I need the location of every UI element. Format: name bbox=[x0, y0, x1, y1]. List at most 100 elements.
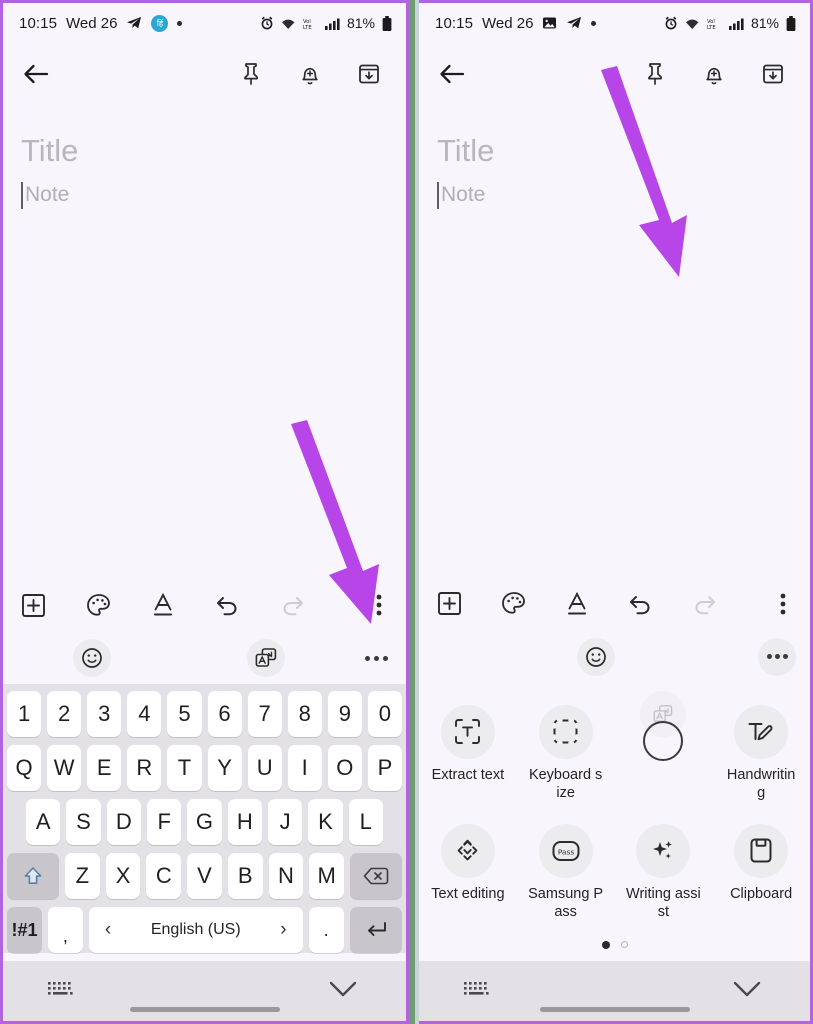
extract-text-icon bbox=[440, 704, 495, 759]
reminder-icon[interactable] bbox=[699, 59, 729, 89]
key[interactable]: 5 bbox=[167, 691, 202, 737]
more-options-ellipsis[interactable] bbox=[758, 637, 796, 676]
key[interactable]: E bbox=[87, 745, 122, 791]
option-text-editing[interactable]: Text editing bbox=[419, 814, 517, 933]
option-clipboard[interactable]: Clipboard bbox=[712, 814, 810, 933]
language-next-icon[interactable]: › bbox=[280, 919, 286, 941]
handwriting-icon bbox=[734, 704, 789, 759]
text-format-icon[interactable] bbox=[565, 591, 589, 617]
keyboard-options-panel: Extract text Keyboard size Handwriting T… bbox=[419, 682, 810, 961]
key[interactable]: F bbox=[147, 799, 182, 845]
overflow-menu-icon[interactable] bbox=[780, 592, 786, 616]
emoji-icon[interactable] bbox=[577, 637, 615, 676]
period-key[interactable]: . bbox=[308, 907, 344, 953]
pin-icon[interactable] bbox=[640, 59, 670, 89]
archive-icon[interactable] bbox=[354, 59, 384, 89]
undo-icon[interactable] bbox=[215, 594, 240, 616]
key[interactable]: X bbox=[105, 853, 141, 899]
reminder-icon[interactable] bbox=[295, 59, 325, 89]
emoji-icon[interactable] bbox=[73, 639, 111, 677]
back-arrow[interactable] bbox=[21, 59, 51, 89]
key[interactable]: 2 bbox=[47, 691, 82, 737]
key[interactable]: 6 bbox=[207, 691, 242, 737]
palette-icon[interactable] bbox=[501, 591, 527, 616]
key[interactable]: Y bbox=[207, 745, 242, 791]
option-samsung-pass[interactable]: Pass Samsung Pass bbox=[517, 814, 615, 933]
page-dot-inactive[interactable] bbox=[620, 941, 628, 948]
home-indicator[interactable] bbox=[129, 1007, 280, 1012]
left-bottom-stack: 1 2 3 4 5 6 7 8 9 0 Q W E R T Y U I O P … bbox=[3, 578, 406, 1021]
key[interactable]: V bbox=[187, 853, 222, 899]
key[interactable]: K bbox=[308, 799, 343, 845]
key[interactable]: I bbox=[287, 745, 322, 791]
key[interactable]: O bbox=[327, 745, 362, 791]
enter-icon[interactable] bbox=[349, 907, 403, 953]
symbols-key[interactable]: !#1 bbox=[7, 907, 42, 953]
back-arrow[interactable] bbox=[437, 59, 467, 89]
key[interactable]: G bbox=[187, 799, 222, 845]
key[interactable]: H bbox=[227, 799, 262, 845]
home-indicator[interactable] bbox=[539, 1007, 690, 1012]
insert-icon[interactable] bbox=[21, 593, 46, 618]
archive-icon[interactable] bbox=[758, 59, 788, 89]
key[interactable]: C bbox=[146, 853, 182, 899]
note-title-input[interactable]: Title bbox=[21, 133, 388, 169]
samsung-pass-icon: Pass bbox=[538, 823, 593, 878]
note-body-input[interactable]: Note bbox=[25, 182, 69, 208]
option-translate[interactable] bbox=[615, 690, 713, 814]
space-key[interactable]: ‹ English (US) › bbox=[88, 907, 303, 953]
right-app-bar bbox=[419, 43, 810, 105]
key[interactable]: D bbox=[106, 799, 141, 845]
left-note-editor[interactable]: Title Note bbox=[3, 105, 406, 209]
key[interactable]: 0 bbox=[367, 691, 402, 737]
undo-icon[interactable] bbox=[628, 593, 653, 615]
more-options-ellipsis[interactable] bbox=[365, 655, 388, 661]
palette-icon[interactable] bbox=[86, 593, 112, 618]
note-title-input[interactable]: Title bbox=[437, 133, 792, 169]
key[interactable]: R bbox=[127, 745, 162, 791]
left-suggestion-bar bbox=[3, 632, 406, 684]
key[interactable]: U bbox=[247, 745, 282, 791]
chevron-down-icon[interactable] bbox=[732, 980, 762, 1003]
chevron-down-icon[interactable] bbox=[328, 980, 358, 1003]
language-prev-icon[interactable]: ‹ bbox=[105, 919, 111, 941]
key[interactable]: T bbox=[167, 745, 202, 791]
insert-icon[interactable] bbox=[437, 591, 462, 616]
key[interactable]: 4 bbox=[127, 691, 162, 737]
option-keyboard-size[interactable]: Keyboard size bbox=[517, 695, 615, 814]
key[interactable]: S bbox=[66, 799, 101, 845]
key[interactable]: W bbox=[47, 745, 82, 791]
keyboard-icon[interactable] bbox=[463, 979, 491, 1004]
key[interactable]: 1 bbox=[7, 691, 42, 737]
text-format-icon[interactable] bbox=[151, 592, 175, 618]
overflow-menu-icon[interactable] bbox=[376, 593, 382, 617]
battery-percent: 81% bbox=[346, 15, 375, 31]
shift-icon[interactable] bbox=[7, 853, 60, 899]
key[interactable]: N bbox=[268, 853, 304, 899]
right-note-editor[interactable]: Title Note bbox=[419, 105, 810, 209]
key[interactable]: 3 bbox=[87, 691, 122, 737]
note-body-input[interactable]: Note bbox=[441, 182, 485, 208]
key[interactable]: L bbox=[348, 799, 383, 845]
key[interactable]: 7 bbox=[247, 691, 282, 737]
key[interactable]: M bbox=[309, 853, 344, 899]
keyboard-icon[interactable] bbox=[47, 979, 75, 1004]
key[interactable]: J bbox=[267, 799, 303, 845]
comma-key[interactable]: , bbox=[47, 907, 83, 953]
redo-icon bbox=[692, 593, 717, 615]
key[interactable]: A bbox=[26, 799, 61, 845]
key[interactable]: B bbox=[227, 853, 263, 899]
translate-icon[interactable] bbox=[247, 639, 285, 677]
backspace-icon[interactable] bbox=[349, 853, 403, 899]
svg-text:LTE: LTE bbox=[303, 25, 312, 30]
option-extract-text[interactable]: Extract text bbox=[419, 695, 517, 814]
option-writing-assist[interactable]: Writing assist bbox=[615, 814, 713, 933]
key[interactable]: 8 bbox=[287, 691, 322, 737]
key[interactable]: Z bbox=[65, 853, 100, 899]
option-handwriting[interactable]: Handwriting bbox=[712, 695, 810, 814]
key[interactable]: Q bbox=[7, 745, 42, 791]
pin-icon[interactable] bbox=[236, 59, 266, 89]
key[interactable]: 9 bbox=[327, 691, 362, 737]
key[interactable]: P bbox=[367, 745, 402, 791]
page-dot-active[interactable] bbox=[601, 941, 610, 949]
